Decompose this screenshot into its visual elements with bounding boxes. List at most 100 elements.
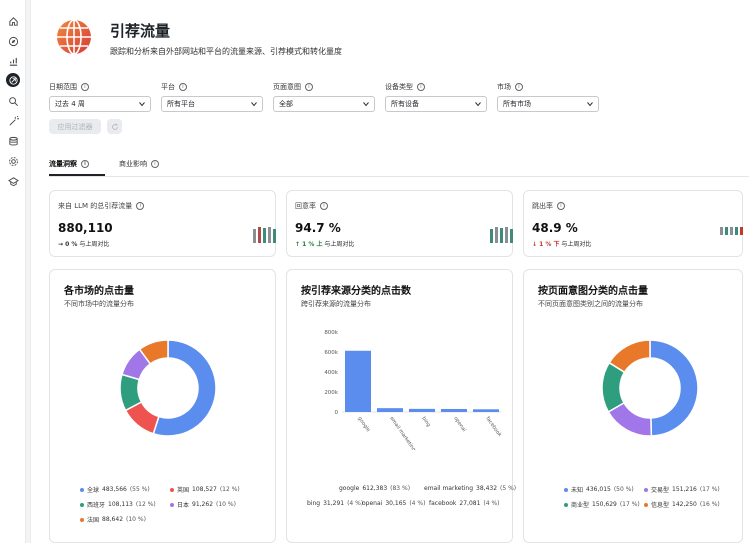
legend-label: google <box>339 485 360 492</box>
legend-swatch <box>170 487 174 492</box>
database-icon[interactable] <box>6 134 20 148</box>
legend-percent: (55 %) <box>129 486 150 493</box>
bar-openai[interactable] <box>441 408 467 412</box>
sparkline-bar <box>730 227 733 235</box>
bar-google[interactable] <box>345 350 371 412</box>
legend-label: facebook <box>429 500 457 507</box>
legend-label: bing <box>307 500 321 507</box>
legend-percent: (4 %) <box>483 500 500 507</box>
source-bar-chart: 0 200k 400k 600k 800k google email marketing bi… <box>324 330 502 450</box>
apply-filters-button[interactable]: 应用过滤器 <box>49 119 101 134</box>
sparkline-bar <box>268 227 271 243</box>
legend-item: openai 30,165 (4 %) <box>362 500 425 507</box>
legend-percent: (83 %) <box>390 485 411 492</box>
legend-value: 142,250 <box>672 501 697 508</box>
legend-label: 日本 <box>177 502 190 509</box>
legend-item: facebook 27,081 (4 %) <box>429 500 500 507</box>
tab-business-impact[interactable]: 商业影响 i <box>119 158 159 170</box>
legend-item: 信息型 142,250 (16 %) <box>644 500 720 509</box>
page-intent-select[interactable]: 全部 <box>273 96 375 112</box>
legend-value: 151,216 <box>672 486 697 493</box>
legend-item: google 612,383 (83 %) <box>339 485 410 492</box>
sparkline-bar <box>258 227 261 243</box>
legend-percent: (10 %) <box>126 516 146 523</box>
tab-traffic-insights[interactable]: 流量洞察 i <box>49 158 89 170</box>
sparkline-bar <box>500 228 503 243</box>
gear-icon[interactable] <box>6 154 20 168</box>
y-tick-label: 600k <box>324 350 338 356</box>
info-icon[interactable]: i <box>151 160 159 168</box>
x-tick-label: facebook <box>484 416 502 438</box>
magic-wand-icon[interactable] <box>6 114 20 128</box>
search-icon[interactable] <box>6 94 20 108</box>
kpi-delta-text: 与上周对比 <box>324 241 355 248</box>
card-subtitle: 不同市场中的流量分布 <box>64 300 134 308</box>
kpi-value: 880,110 <box>58 221 113 235</box>
bar-bing[interactable] <box>409 408 435 412</box>
info-icon[interactable]: i <box>81 83 89 91</box>
info-icon[interactable]: i <box>136 202 145 210</box>
tab-label: 流量洞察 <box>49 160 77 168</box>
sparkline-bar <box>490 229 493 243</box>
sparkline-bar <box>253 229 256 243</box>
filter-label: 平台 <box>161 83 175 91</box>
sparkline-bar <box>505 227 508 243</box>
legend-item: 未知 436,015 (50 %) <box>564 485 634 494</box>
kpi-value: 94.7 % <box>295 221 341 235</box>
x-tick-label: bing <box>420 416 431 428</box>
referral-icon[interactable] <box>6 73 20 87</box>
learning-icon[interactable] <box>6 174 20 188</box>
info-icon[interactable]: i <box>305 83 313 91</box>
y-tick-label: 0 <box>335 410 339 416</box>
legend-label: 信息型 <box>651 502 670 509</box>
info-icon[interactable]: i <box>417 83 425 91</box>
select-value: 全部 <box>279 100 293 108</box>
legend-value: 436,015 <box>586 486 611 493</box>
home-icon[interactable] <box>6 14 20 28</box>
legend-value: 150,629 <box>592 501 617 508</box>
legend-percent: (10 %) <box>216 501 236 508</box>
card-title: 按引荐来源分类的点击数 <box>301 286 411 297</box>
market-select[interactable]: 所有市场 <box>497 96 599 112</box>
donut-slice[interactable] <box>608 339 651 374</box>
legend-percent: (50 %) <box>613 486 634 493</box>
bar-chart-icon[interactable] <box>6 54 20 68</box>
info-icon[interactable]: i <box>557 202 565 210</box>
legend-item: 商业型 150,629 (17 %) <box>564 500 640 509</box>
legend-swatch <box>170 502 174 507</box>
filter-label: 页面意图 <box>273 83 301 91</box>
legend-value: 108,527 <box>192 486 217 493</box>
kpi-label: 跳出率 <box>532 202 553 210</box>
y-tick-label: 200k <box>324 390 338 396</box>
bar-email-marketing[interactable] <box>377 408 403 412</box>
reset-filters-button[interactable] <box>107 119 122 134</box>
legend-value: 27,081 <box>459 500 481 507</box>
sparkline-bar <box>263 228 266 243</box>
kpi-sparkline <box>253 227 276 243</box>
bar-facebook[interactable] <box>473 409 499 412</box>
legend-percent: (12 %) <box>219 486 240 493</box>
globe-logo-icon <box>55 18 93 56</box>
compass-icon[interactable] <box>6 34 20 48</box>
info-icon[interactable]: i <box>81 160 89 168</box>
donut-slice[interactable] <box>649 339 699 437</box>
sparkline-bar <box>720 227 723 235</box>
kpi-card-return-rate: 回意率 i 94.7 % ↑ 1 % 上 与上周对比 <box>286 190 513 257</box>
info-icon[interactable]: i <box>515 83 523 91</box>
device-type-select[interactable]: 所有设备 <box>385 96 487 112</box>
card-title: 按页面意图分类的点击量 <box>538 286 648 297</box>
legend-label: 西班牙 <box>87 502 106 509</box>
page-title: 引荐流量 <box>110 22 171 40</box>
select-value: 所有平台 <box>167 100 195 108</box>
info-icon[interactable]: i <box>320 202 328 210</box>
date-range-select[interactable]: 过去 4 周 <box>49 96 151 112</box>
x-tick-label: google <box>356 416 371 433</box>
platform-select[interactable]: 所有平台 <box>161 96 263 112</box>
legend-percent: (16 %) <box>699 501 720 508</box>
info-icon[interactable]: i <box>179 83 187 91</box>
filter-market: 市场 i 所有市场 <box>497 82 599 112</box>
x-tick-label: openai <box>452 416 467 433</box>
tab-label: 商业影响 <box>119 160 147 168</box>
legend-value: 612,383 <box>362 485 388 492</box>
sparkline-bar <box>725 227 728 235</box>
